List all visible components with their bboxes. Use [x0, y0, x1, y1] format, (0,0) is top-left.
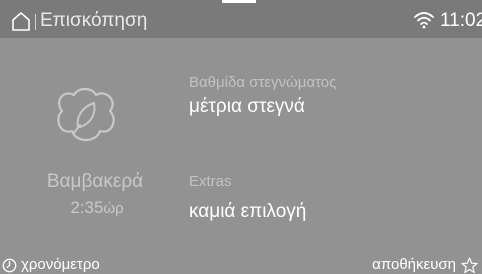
title-separator: [35, 14, 36, 30]
clock-icon: [2, 258, 17, 272]
cotton-icon[interactable]: [50, 85, 122, 147]
star-icon: [461, 256, 478, 273]
dryness-value[interactable]: μέτρια στεγνά: [189, 95, 305, 119]
bottom-bar: χρονόμετρο αποθήκευση: [0, 256, 482, 274]
save-label: αποθήκευση: [372, 256, 456, 273]
time-display: 11:02: [440, 10, 482, 31]
save-button[interactable]: αποθήκευση: [372, 256, 478, 274]
top-bar: Επισκόπηση 11:02: [0, 0, 482, 38]
dryer-overview-screen: Επισκόπηση 11:02 Βαμβακερά 2:35ώρ Βαθμίδ…: [0, 0, 482, 274]
timer-button[interactable]: χρονόμετρο: [0, 256, 100, 274]
extras-label: Extras: [189, 173, 232, 190]
pull-down-handle[interactable]: [222, 0, 256, 3]
dryness-label: Βαθμίδα στεγνώματος: [189, 74, 337, 91]
home-icon[interactable]: [11, 11, 31, 31]
program-name[interactable]: Βαμβακερά: [45, 170, 145, 194]
wifi-icon: [414, 12, 434, 29]
duration-value: 2:35: [70, 198, 104, 217]
timer-label: χρονόμετρο: [21, 256, 100, 273]
extras-value[interactable]: καμιά επιλογή: [189, 200, 306, 224]
page-title: Επισκόπηση: [40, 10, 148, 31]
program-duration[interactable]: 2:35ώρ: [52, 197, 142, 220]
duration-unit: ώρ: [103, 200, 124, 217]
